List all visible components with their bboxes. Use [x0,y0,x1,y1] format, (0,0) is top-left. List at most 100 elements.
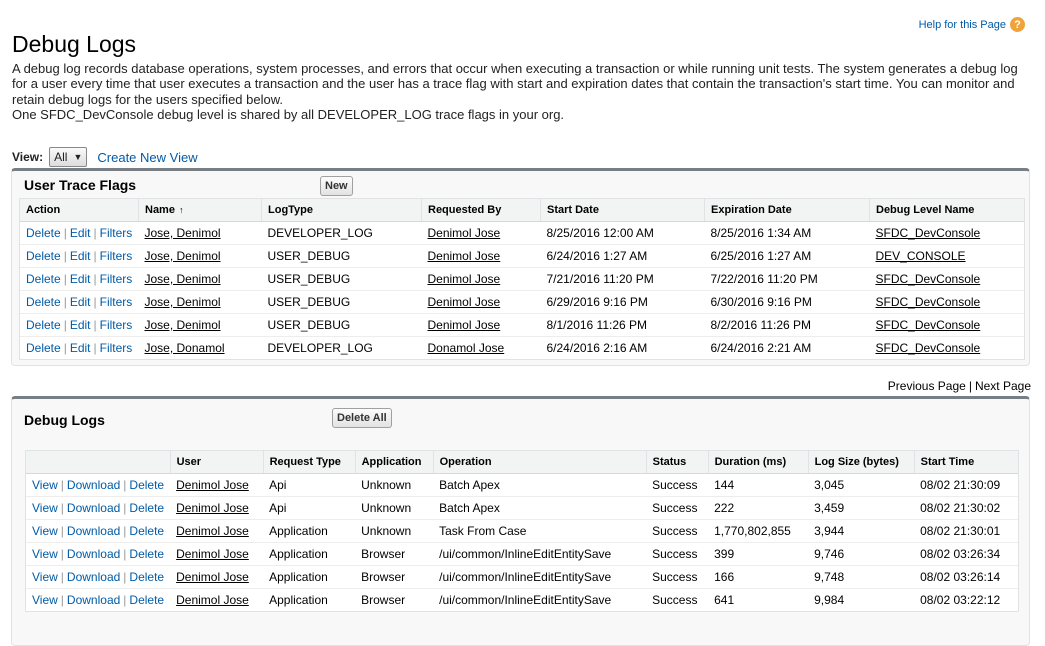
requested-by-link[interactable]: Denimol Jose [428,318,501,332]
filters-link[interactable]: Filters [100,341,133,355]
name-link[interactable]: Jose, Denimol [145,272,221,286]
create-new-view-link[interactable]: Create New View [97,150,197,165]
requested-by-link[interactable]: Denimol Jose [428,226,501,240]
filters-link[interactable]: Filters [100,249,133,263]
delete-link[interactable]: Delete [129,524,164,538]
download-link[interactable]: Download [67,524,120,538]
description-paragraph: A debug log records database operations,… [12,61,1018,107]
edit-link[interactable]: Edit [70,341,91,355]
request-type-cell: Application [263,519,356,543]
column-header-name[interactable]: Name ↑ [138,199,262,222]
edit-link[interactable]: Edit [70,295,91,309]
view-link[interactable]: View [32,524,58,538]
delete-link[interactable]: Delete [26,249,61,263]
debug-level-link[interactable]: SFDC_DevConsole [876,272,981,286]
user-link[interactable]: Denimol Jose [176,593,249,607]
view-link[interactable]: View [32,570,58,584]
download-link[interactable]: Download [67,547,120,561]
delete-link[interactable]: Delete [129,547,164,561]
name-link[interactable]: Jose, Denimol [145,226,221,240]
debug-level-link[interactable]: SFDC_DevConsole [876,318,981,332]
requested-by-cell: Denimol Jose [421,244,541,268]
help-icon[interactable]: ? [1010,17,1025,32]
debug-level-link[interactable]: SFDC_DevConsole [876,341,981,355]
action-separator: | [60,570,64,584]
request-type-cell: Api [263,496,356,520]
name-link[interactable]: Jose, Donamol [145,341,225,355]
row-actions: View | Download | Delete [26,496,171,520]
delete-link[interactable]: Delete [26,295,61,309]
table-row: View | Download | Delete Denimol Jose Applicat… [26,589,1018,612]
help-link-group[interactable]: Help for this Page ? [919,17,1025,32]
user-link[interactable]: Denimol Jose [176,501,249,515]
delete-link[interactable]: Delete [26,272,61,286]
previous-page-link[interactable]: Previous Page [888,379,966,393]
debug-level-cell: SFDC_DevConsole [869,313,1024,337]
download-link[interactable]: Download [67,570,120,584]
name-cell: Jose, Denimol [138,244,262,268]
column-header-duration: Duration (ms) [707,451,809,474]
requested-by-link[interactable]: Denimol Jose [428,249,501,263]
user-link[interactable]: Denimol Jose [176,570,249,584]
delete-link[interactable]: Delete [26,226,61,240]
column-header-action: Action [20,199,139,222]
table-row: Delete | Edit | Filters Jose, Denimol DEVELOPE… [20,221,1024,245]
column-header-operation: Operation [432,451,647,474]
name-cell: Jose, Denimol [138,267,262,291]
requested-by-cell: Denimol Jose [421,221,541,245]
name-link[interactable]: Jose, Denimol [145,318,221,332]
debug-level-link[interactable]: SFDC_DevConsole [876,295,981,309]
delete-link[interactable]: Delete [129,478,164,492]
requested-by-link[interactable]: Denimol Jose [428,272,501,286]
delete-all-button[interactable]: Delete All [332,408,392,428]
view-link[interactable]: View [32,593,58,607]
user-link[interactable]: Denimol Jose [176,547,249,561]
filters-link[interactable]: Filters [100,226,133,240]
delete-link[interactable]: Delete [26,318,61,332]
debug-level-link[interactable]: DEV_CONSOLE [876,249,966,263]
column-header-logtype: LogType [261,199,422,222]
action-separator: | [60,524,64,538]
filters-link[interactable]: Filters [100,295,133,309]
filters-link[interactable]: Filters [100,272,133,286]
edit-link[interactable]: Edit [70,318,91,332]
requested-by-link[interactable]: Denimol Jose [428,295,501,309]
name-cell: Jose, Donamol [139,337,262,360]
debug-level-link[interactable]: SFDC_DevConsole [876,226,981,240]
download-link[interactable]: Download [67,478,120,492]
requested-by-link[interactable]: Donamol Jose [428,341,505,355]
delete-link[interactable]: Delete [26,341,61,355]
view-select[interactable]: All ▼ [49,147,88,167]
status-cell: Success [646,496,709,520]
edit-link[interactable]: Edit [70,226,91,240]
user-link[interactable]: Denimol Jose [176,524,249,538]
help-link[interactable]: Help for this Page [919,19,1006,31]
edit-link[interactable]: Edit [70,249,91,263]
view-link[interactable]: View [32,547,58,561]
filters-link[interactable]: Filters [100,318,133,332]
duration-cell: 222 [708,496,809,520]
download-link[interactable]: Download [67,593,120,607]
debug-logs-table-wrap: User Request Type Application Operation … [25,450,1019,612]
download-link[interactable]: Download [67,501,120,515]
view-link[interactable]: View [32,501,58,515]
name-link[interactable]: Jose, Denimol [145,249,221,263]
action-separator: | [63,272,67,286]
delete-link[interactable]: Delete [129,593,164,607]
edit-link[interactable]: Edit [70,272,91,286]
column-header-start-date: Start Date [540,199,705,222]
next-page-link[interactable]: Next Page [975,379,1031,393]
new-trace-flag-button[interactable]: New [320,176,353,196]
user-link[interactable]: Denimol Jose [176,478,249,492]
start-time-cell: 08/02 03:26:14 [914,565,1018,589]
page-description: A debug log records database operations,… [12,61,1032,122]
action-separator: | [123,478,127,492]
view-link[interactable]: View [32,478,58,492]
row-actions: Delete | Edit | Filters [20,267,139,291]
table-row: Delete | Edit | Filters Jose, Denimol USER_DEB… [20,267,1024,291]
delete-link[interactable]: Delete [129,570,164,584]
name-link[interactable]: Jose, Denimol [145,295,221,309]
action-separator: | [93,226,97,240]
column-header-user: User [169,451,264,474]
delete-link[interactable]: Delete [129,501,164,515]
